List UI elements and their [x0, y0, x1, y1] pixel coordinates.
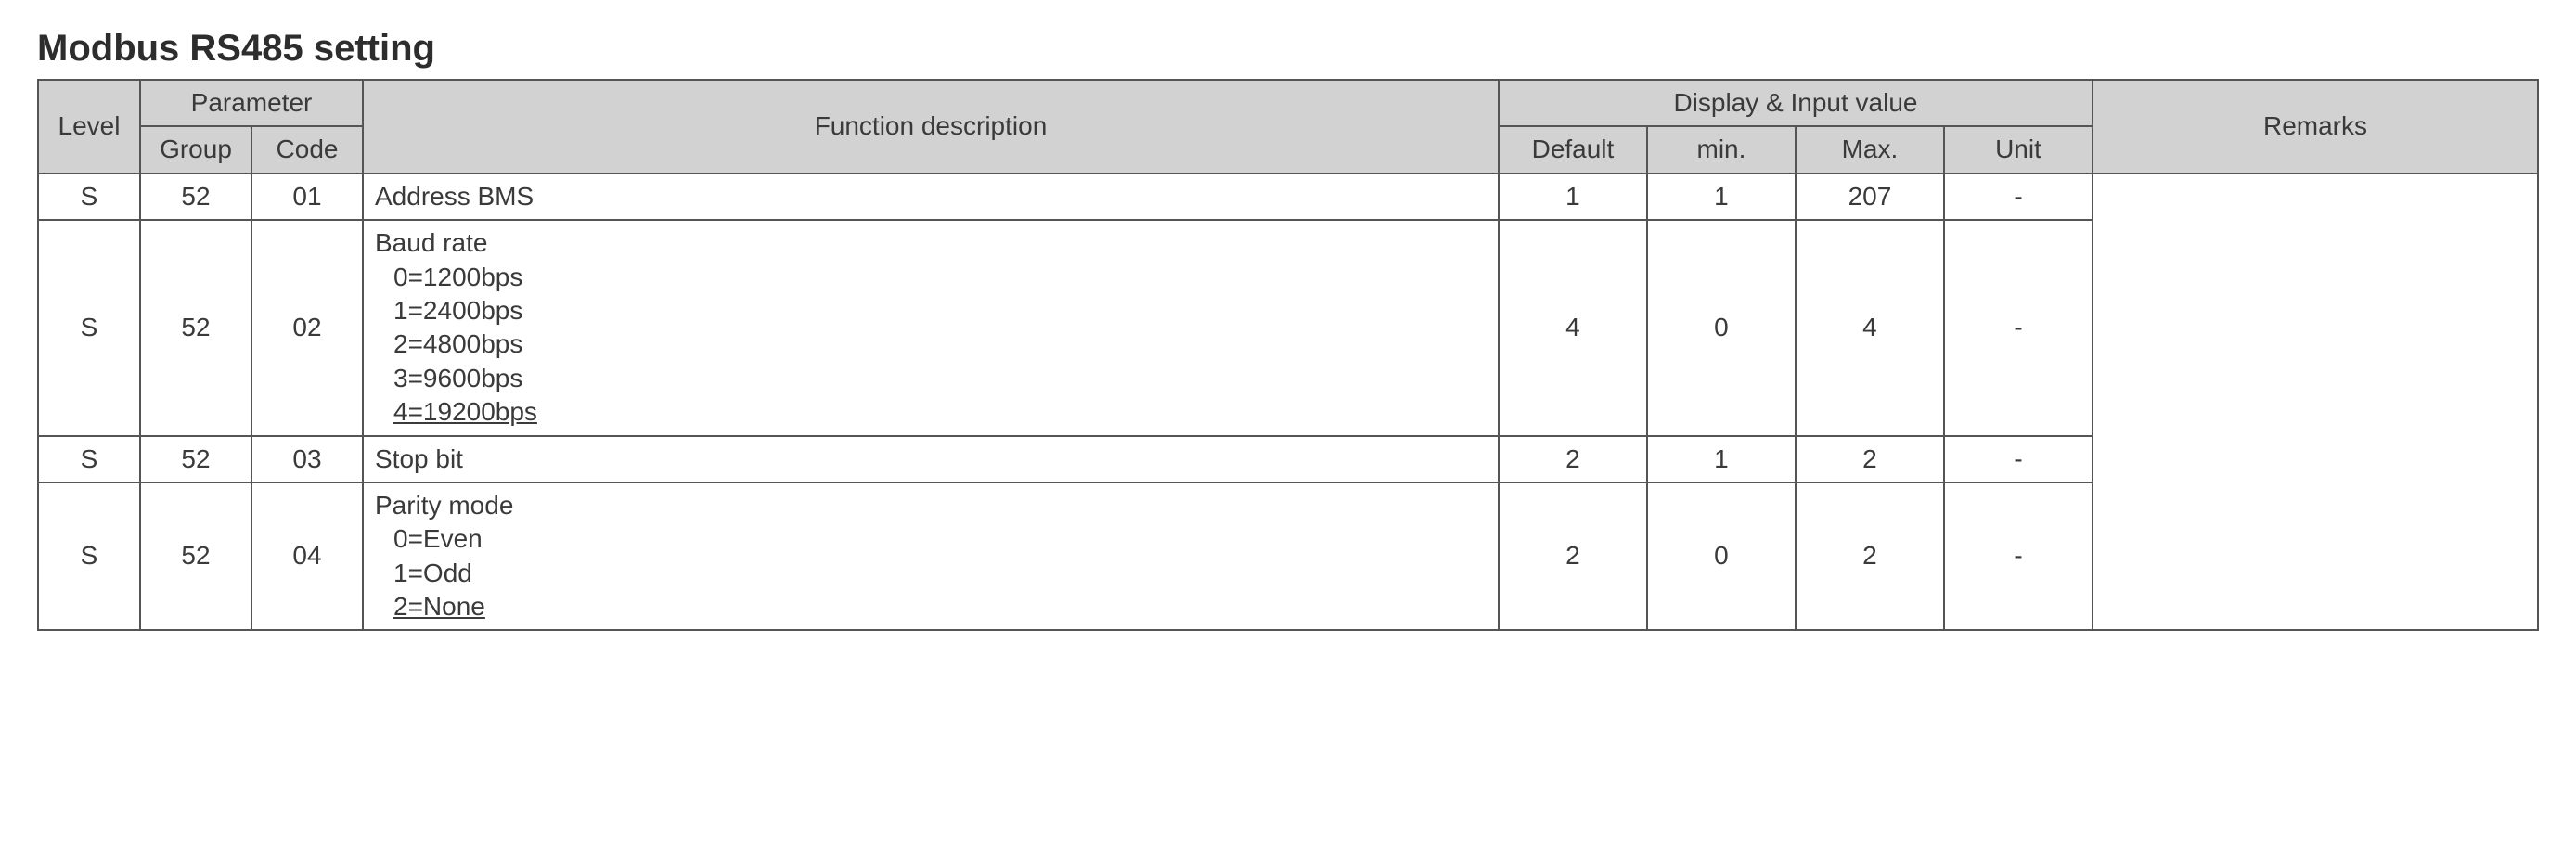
cell-max: 2 [1796, 482, 1944, 631]
function-options: 0=Even1=Odd2=None [375, 522, 1487, 623]
col-header-default: Default [1499, 126, 1647, 173]
settings-table: Level Parameter Function description Dis… [37, 79, 2539, 631]
function-title: Stop bit [375, 443, 1487, 476]
col-header-level: Level [38, 80, 140, 173]
function-option: 2=None [393, 590, 1487, 623]
cell-group: 52 [140, 482, 251, 631]
function-option: 1=Odd [393, 557, 1487, 590]
cell-default: 1 [1499, 173, 1647, 220]
cell-group: 52 [140, 173, 251, 220]
function-option: 3=9600bps [393, 362, 1487, 395]
function-option: 4=19200bps [393, 395, 1487, 429]
cell-max: 2 [1796, 436, 1944, 482]
col-header-code: Code [251, 126, 363, 173]
col-header-remarks: Remarks [2093, 80, 2538, 173]
function-option: 2=4800bps [393, 328, 1487, 361]
cell-group: 52 [140, 436, 251, 482]
function-title: Parity mode [375, 489, 1487, 522]
function-title: Address BMS [375, 180, 1487, 213]
cell-unit: - [1944, 220, 2093, 435]
cell-code: 01 [251, 173, 363, 220]
cell-unit: - [1944, 482, 2093, 631]
cell-level: S [38, 173, 140, 220]
cell-remarks [2093, 173, 2538, 631]
col-header-group: Group [140, 126, 251, 173]
cell-min: 1 [1647, 436, 1796, 482]
cell-default: 4 [1499, 220, 1647, 435]
cell-function: Baud rate0=1200bps1=2400bps2=4800bps3=96… [363, 220, 1499, 435]
cell-group: 52 [140, 220, 251, 435]
cell-min: 0 [1647, 220, 1796, 435]
function-option: 0=Even [393, 522, 1487, 556]
cell-level: S [38, 220, 140, 435]
cell-min: 1 [1647, 173, 1796, 220]
section-title: Modbus RS485 setting [37, 28, 2539, 70]
cell-max: 207 [1796, 173, 1944, 220]
cell-function: Parity mode0=Even1=Odd2=None [363, 482, 1499, 631]
function-option: 0=1200bps [393, 261, 1487, 294]
col-header-max: Max. [1796, 126, 1944, 173]
cell-max: 4 [1796, 220, 1944, 435]
function-option: 1=2400bps [393, 294, 1487, 328]
cell-function: Address BMS [363, 173, 1499, 220]
cell-min: 0 [1647, 482, 1796, 631]
col-header-function: Function description [363, 80, 1499, 173]
cell-level: S [38, 482, 140, 631]
cell-unit: - [1944, 173, 2093, 220]
cell-default: 2 [1499, 436, 1647, 482]
cell-function: Stop bit [363, 436, 1499, 482]
col-header-min: min. [1647, 126, 1796, 173]
function-options: 0=1200bps1=2400bps2=4800bps3=9600bps4=19… [375, 261, 1487, 430]
col-header-display-input: Display & Input value [1499, 80, 2093, 126]
cell-code: 04 [251, 482, 363, 631]
cell-code: 03 [251, 436, 363, 482]
cell-level: S [38, 436, 140, 482]
function-title: Baud rate [375, 226, 1487, 260]
col-header-unit: Unit [1944, 126, 2093, 173]
cell-unit: - [1944, 436, 2093, 482]
cell-default: 2 [1499, 482, 1647, 631]
table-row: S5201Address BMS11207- [38, 173, 2538, 220]
col-header-parameter: Parameter [140, 80, 363, 126]
cell-code: 02 [251, 220, 363, 435]
